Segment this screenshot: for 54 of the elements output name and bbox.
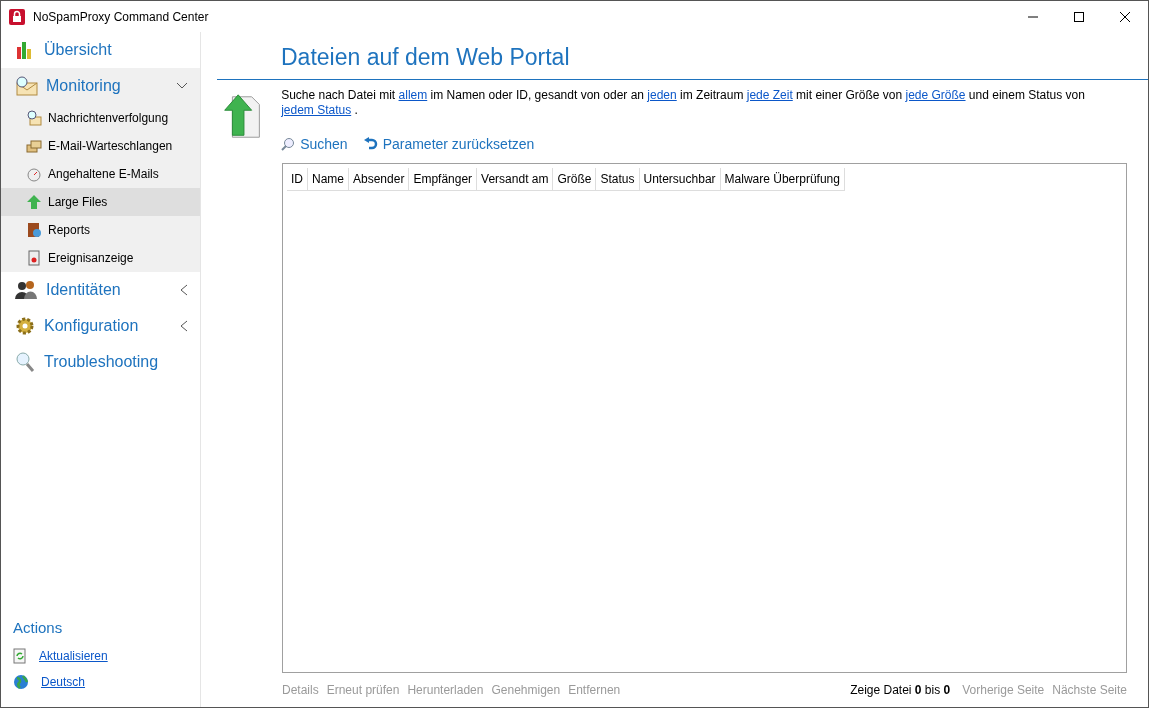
filter-link[interactable]: allem: [398, 87, 428, 102]
nav-subitem[interactable]: Nachrichtenverfolgung: [1, 104, 200, 132]
gear-icon: [14, 315, 36, 337]
toolbar-button[interactable]: Suchen: [281, 133, 348, 155]
nav-item[interactable]: Konfiguration: [1, 308, 200, 344]
toolbar-button[interactable]: Parameter zurücksetzen: [363, 133, 535, 155]
page-title: Dateien auf dem Web Portal: [280, 43, 571, 72]
envelope-magnifier-icon: [26, 110, 42, 126]
envelopes-icon: [26, 138, 42, 154]
nav-subitem[interactable]: Large Files: [1, 188, 200, 216]
undo-arrow-icon: [363, 137, 378, 151]
magnifier-icon: [14, 351, 36, 373]
nav-item[interactable]: Monitoring: [1, 68, 200, 104]
column-header[interactable]: Absender: [349, 167, 410, 191]
column-header[interactable]: Status: [596, 167, 640, 191]
chevron-down-icon[interactable]: [176, 82, 188, 90]
filter-link[interactable]: jede Größe: [905, 87, 966, 102]
column-header[interactable]: Untersuchbar: [639, 167, 721, 191]
people-icon: [14, 279, 38, 301]
refresh-document-icon: [13, 648, 27, 664]
up-arrow-icon: [26, 194, 42, 210]
event-log-icon: [26, 250, 42, 266]
globe-icon: [13, 674, 29, 690]
app-logo-icon: [9, 8, 25, 25]
nav-item[interactable]: Troubleshooting: [1, 344, 200, 380]
search-query-sentence: Suche nach Datei mit allem im Namen oder ID, gesandt von oder an jeden im Zeitraum jede Zeit mit einer Größe von jede Größe und einem Status von jedem Status .: [281, 87, 1086, 118]
nav-subitem[interactable]: E-Mail-Warteschlangen: [1, 132, 200, 160]
close-icon: [1120, 11, 1130, 22]
stopwatch-icon: [26, 166, 42, 182]
report-book-icon: [26, 222, 42, 238]
filter-link[interactable]: jede Zeit: [746, 87, 793, 102]
nav-item[interactable]: Übersicht: [1, 32, 200, 68]
nav-subitem[interactable]: Reports: [1, 216, 200, 244]
action-link[interactable]: Aktualisieren: [39, 647, 108, 665]
column-header[interactable]: Versandt am: [477, 167, 554, 191]
nav-subitem[interactable]: Ereignisanzeige: [1, 244, 200, 272]
nav-subitem[interactable]: Angehaltene E-Mails: [1, 160, 200, 188]
search-icon: [281, 137, 296, 151]
envelope-magnifier-icon: [14, 75, 38, 97]
column-header[interactable]: Malware Überprüfung: [720, 167, 845, 191]
column-header[interactable]: Empfänger: [409, 167, 478, 191]
column-header[interactable]: ID: [287, 167, 308, 191]
window-title: NoSpamProxy Command Center: [33, 8, 209, 26]
actions-heading: Actions: [12, 617, 64, 638]
chevron-left-icon[interactable]: [180, 320, 188, 332]
filter-link[interactable]: jedem Status: [281, 102, 352, 117]
maximize-icon: [1074, 11, 1084, 22]
chevron-left-icon[interactable]: [180, 284, 188, 296]
action-link[interactable]: Deutsch: [41, 673, 86, 691]
pager-summary: Zeige Datei 0 bis 0: [850, 682, 951, 699]
column-header[interactable]: Größe: [553, 167, 597, 191]
filter-link[interactable]: jeden: [647, 87, 677, 102]
nav-item[interactable]: Identitäten: [1, 272, 200, 308]
column-header[interactable]: Name: [308, 167, 349, 191]
